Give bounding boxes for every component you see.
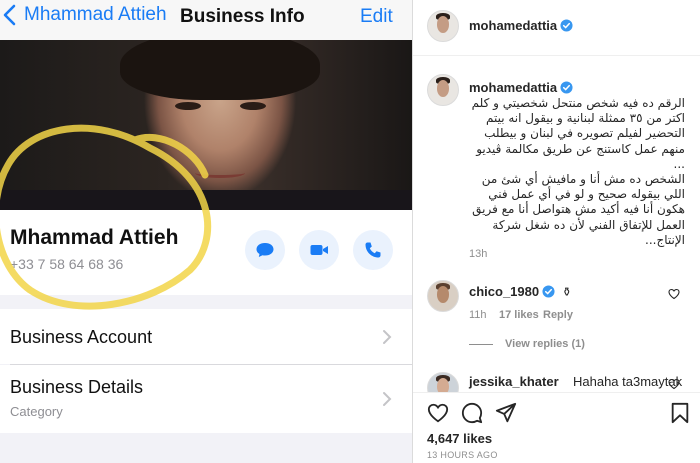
- divider: [469, 344, 493, 345]
- bookmark-icon[interactable]: [669, 402, 691, 424]
- back-label: Mhammad Attieh: [24, 4, 167, 25]
- post-actions-bar: 4,647 likes 13 HOURS AGO: [413, 392, 700, 463]
- comment-time: 11h: [469, 309, 487, 321]
- contact-name: Mhammad Attieh: [10, 226, 179, 249]
- caption-text: الرقم ده فيه شخص منتحل شخصيتي و كلم اكتر…: [471, 96, 685, 247]
- comment-likes[interactable]: 17 likes: [499, 309, 539, 321]
- username-text: mohamedattia: [469, 80, 558, 95]
- row-label: Business Details: [10, 377, 144, 397]
- username-text: chico_1980: [469, 284, 540, 299]
- business-details-row[interactable]: Business Details Category: [0, 365, 412, 433]
- share-paper-plane-icon[interactable]: [495, 402, 517, 424]
- heart-icon[interactable]: [668, 288, 680, 300]
- row-label: Business Account: [10, 327, 153, 347]
- comment-username[interactable]: jessika_khater: [469, 374, 559, 389]
- back-button[interactable]: Mhammad Attieh: [2, 4, 167, 26]
- chevron-left-icon: [3, 4, 16, 26]
- avatar[interactable]: [427, 74, 459, 106]
- video-icon: [310, 245, 328, 255]
- page-title: Business Info: [180, 6, 305, 27]
- caption-time: 13h: [469, 248, 488, 260]
- chevron-right-icon: [383, 392, 392, 406]
- view-replies-button[interactable]: View replies (1): [505, 338, 585, 350]
- verified-badge-icon: [560, 81, 573, 94]
- phone-icon: [365, 242, 381, 258]
- contact-screenshot: Mhammad Attieh Business Info Edit Mhamma…: [0, 0, 412, 463]
- verified-badge-icon: [560, 19, 573, 32]
- contact-card: Mhammad Attieh +33 7 58 64 68 36: [0, 210, 412, 295]
- avatar[interactable]: [427, 280, 459, 312]
- verified-badge-icon: [542, 285, 555, 298]
- comment-bubble-icon[interactable]: [461, 402, 483, 424]
- chevron-right-icon: [383, 330, 392, 344]
- contact-phone: +33 7 58 64 68 36: [10, 256, 124, 272]
- message-button[interactable]: [245, 230, 285, 270]
- username-text: mohamedattia: [469, 18, 558, 33]
- nav-bar: Mhammad Attieh Business Info Edit: [0, 0, 412, 40]
- comment-text: Hahaha ta3maytak: [573, 374, 683, 389]
- comment-username[interactable]: chico_1980 ⚱: [469, 284, 572, 299]
- header-username[interactable]: mohamedattia: [469, 18, 573, 33]
- profile-photo: [0, 40, 412, 210]
- like-heart-icon[interactable]: [427, 402, 449, 424]
- message-icon: [256, 243, 274, 257]
- business-account-row[interactable]: Business Account: [0, 309, 412, 364]
- avatar[interactable]: [427, 10, 459, 42]
- trophy-emoji-icon: ⚱: [561, 285, 572, 299]
- instagram-post-panel: mohamedattia mohamedattia الرقم ده فيه ش…: [412, 0, 700, 463]
- post-header: mohamedattia: [413, 0, 700, 56]
- video-call-button[interactable]: [299, 230, 339, 270]
- heart-icon[interactable]: [668, 378, 680, 390]
- caption-username[interactable]: mohamedattia: [469, 80, 573, 95]
- post-timestamp: 13 HOURS AGO: [427, 450, 498, 460]
- reply-button[interactable]: Reply: [543, 309, 573, 321]
- call-button[interactable]: [353, 230, 393, 270]
- edit-button[interactable]: Edit: [360, 6, 393, 28]
- row-sublabel: Category: [10, 404, 63, 419]
- likes-count[interactable]: 4,647 likes: [427, 431, 492, 446]
